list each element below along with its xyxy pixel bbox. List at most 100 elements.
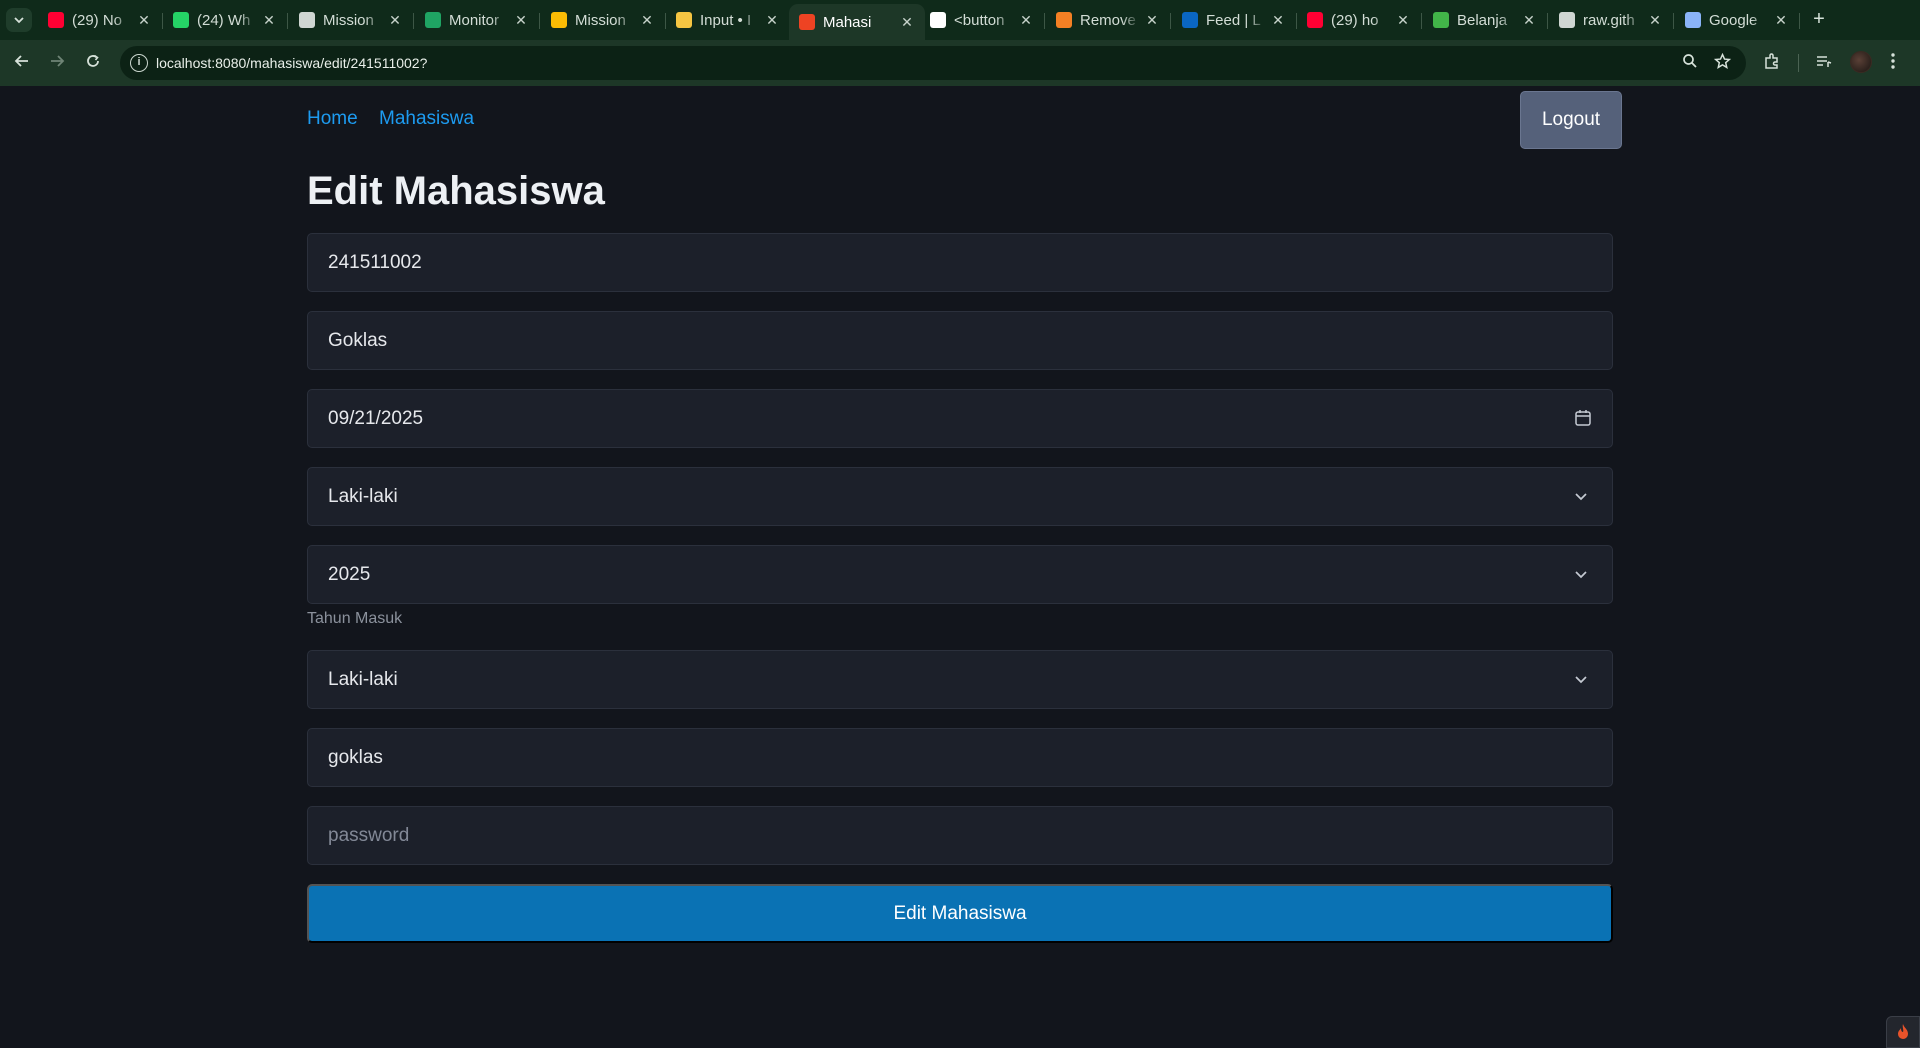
username-value: goklas: [328, 747, 383, 768]
browser-tab[interactable]: Mission ✕: [541, 4, 666, 36]
calendar-icon[interactable]: [1574, 408, 1594, 430]
close-tab-icon[interactable]: ✕: [513, 12, 529, 29]
tab-search-button[interactable]: [6, 8, 32, 32]
browser-tab[interactable]: (29) No ✕: [38, 4, 163, 36]
browser-tab[interactable]: Google ✕: [1675, 4, 1800, 36]
jenis-kelamin-select-2[interactable]: Laki-laki: [307, 650, 1613, 709]
plus-icon: +: [1813, 8, 1825, 30]
close-tab-icon[interactable]: ✕: [1647, 12, 1663, 29]
profile-avatar[interactable]: [1850, 51, 1872, 73]
tab-separator: [1421, 13, 1422, 29]
chevron-down-icon: [1574, 564, 1594, 586]
tab-separator: [1044, 13, 1045, 29]
codeigniter-debug-toolbar-toggle[interactable]: [1886, 1016, 1920, 1048]
close-tab-icon[interactable]: ✕: [1395, 12, 1411, 29]
password-input[interactable]: password: [307, 806, 1613, 865]
close-tab-icon[interactable]: ✕: [899, 14, 915, 31]
tahun-masuk-value: 2025: [328, 564, 371, 585]
zoom-icon[interactable]: [1680, 53, 1700, 73]
browser-tab[interactable]: (29) ho ✕: [1297, 4, 1422, 36]
close-tab-icon[interactable]: ✕: [1018, 12, 1034, 29]
close-tab-icon[interactable]: ✕: [639, 12, 655, 29]
nav-link-home[interactable]: Home: [307, 108, 358, 130]
close-tab-icon[interactable]: ✕: [1521, 12, 1537, 29]
reload-button[interactable]: [80, 50, 106, 76]
reload-icon: [87, 54, 99, 67]
jenis-kelamin-value: Laki-laki: [328, 486, 398, 507]
bookmark-star-icon[interactable]: [1712, 52, 1732, 73]
flame-icon: [1898, 1024, 1908, 1039]
nim-value: 241511002: [328, 252, 422, 273]
close-tab-icon[interactable]: ✕: [136, 12, 152, 29]
jenis-kelamin-select[interactable]: Laki-laki: [307, 467, 1613, 526]
close-tab-icon[interactable]: ✕: [1144, 12, 1160, 29]
browser-tab[interactable]: Feed | L ✕: [1172, 4, 1297, 36]
tab-title: Mission: [575, 11, 626, 29]
close-tab-icon[interactable]: ✕: [1270, 12, 1286, 29]
chevron-down-icon: [14, 17, 24, 24]
tab-title: (29) No: [72, 11, 123, 29]
tab-separator: [1547, 13, 1548, 29]
google-drive-icon: [551, 12, 567, 28]
browser-tab[interactable]: Mahasi ✕: [789, 4, 925, 40]
site-info-icon[interactable]: i: [130, 54, 148, 72]
jenis-kelamin-2-value: Laki-laki: [328, 669, 398, 690]
forward-button[interactable]: [44, 50, 70, 76]
tab-title: Google: [1709, 11, 1758, 29]
tab-separator: [1170, 13, 1171, 29]
tahun-masuk-select[interactable]: 2025: [307, 545, 1613, 604]
google-sheets-icon: [425, 12, 441, 28]
browser-tab[interactable]: (24) Wh ✕: [163, 4, 288, 36]
more-menu-icon[interactable]: [1882, 52, 1904, 74]
username-input[interactable]: goklas: [307, 728, 1613, 787]
password-placeholder: password: [328, 825, 410, 846]
extensions-icon[interactable]: [1761, 52, 1783, 74]
tab-title: Belanja: [1457, 11, 1508, 29]
edit-mahasiswa-submit-button[interactable]: Edit Mahasiswa: [307, 884, 1613, 943]
tanggal-lahir-value: 09/21/2025: [328, 408, 424, 429]
tab-title: (24) Wh: [197, 11, 251, 29]
tab-separator: [539, 13, 540, 29]
tab-separator: [1799, 13, 1800, 29]
close-tab-icon[interactable]: ✕: [261, 12, 277, 29]
tab-separator: [287, 13, 288, 29]
tab-title: (29) ho: [1331, 11, 1379, 29]
page-content: Home Mahasiswa Logout Edit Mahasiswa 241…: [0, 86, 1920, 1048]
tahun-masuk-helper-text: Tahun Masuk: [307, 610, 403, 627]
nim-input[interactable]: 241511002: [307, 233, 1613, 292]
browser-tab[interactable]: Belanja ✕: [1423, 4, 1548, 36]
tab-title: raw.gith: [1583, 11, 1635, 29]
tanggal-lahir-date-input[interactable]: 09/21/2025: [307, 389, 1613, 448]
address-bar[interactable]: i localhost:8080/mahasiswa/edit/24151100…: [120, 46, 1746, 80]
logout-button[interactable]: Logout: [1520, 91, 1622, 149]
url-text[interactable]: localhost:8080/mahasiswa/edit/241511002?: [156, 55, 427, 71]
chevron-down-icon: [1574, 669, 1594, 691]
close-tab-icon[interactable]: ✕: [1773, 12, 1789, 29]
browser-tab[interactable]: raw.gith ✕: [1549, 4, 1674, 36]
tab-strip: (29) No ✕ (24) Wh ✕ Mission ✕ Monitor ✕ Mission ✕…: [0, 0, 1920, 40]
close-tab-icon[interactable]: ✕: [387, 12, 403, 29]
arrow-left-icon: [14, 55, 28, 67]
back-button[interactable]: [9, 50, 35, 76]
browser-tab[interactable]: Input • I ✕: [666, 4, 791, 36]
browser-tab[interactable]: <button ✕: [920, 4, 1045, 36]
shopping-bag-icon: [1433, 12, 1449, 28]
new-tab-button[interactable]: +: [1806, 6, 1832, 32]
globe-icon: [1559, 12, 1575, 28]
m-logo-icon: [930, 12, 946, 28]
tab-separator: [1673, 13, 1674, 29]
nama-value: Goklas: [328, 330, 388, 351]
tab-separator: [413, 13, 414, 29]
media-queue-icon[interactable]: [1813, 52, 1835, 74]
tab-title: Remove: [1080, 11, 1136, 29]
tab-title: Monitor: [449, 11, 500, 29]
browser-toolbar: i localhost:8080/mahasiswa/edit/24151100…: [0, 40, 1920, 86]
browser-tab[interactable]: Remove ✕: [1046, 4, 1171, 36]
close-tab-icon[interactable]: ✕: [764, 12, 780, 29]
nav-link-mahasiswa[interactable]: Mahasiswa: [379, 108, 474, 130]
tab-title: Mahasi: [823, 13, 872, 31]
contact-card-icon: [299, 12, 315, 28]
browser-tab[interactable]: Mission ✕: [289, 4, 414, 36]
browser-tab[interactable]: Monitor ✕: [415, 4, 540, 36]
nama-input[interactable]: Goklas: [307, 311, 1613, 370]
